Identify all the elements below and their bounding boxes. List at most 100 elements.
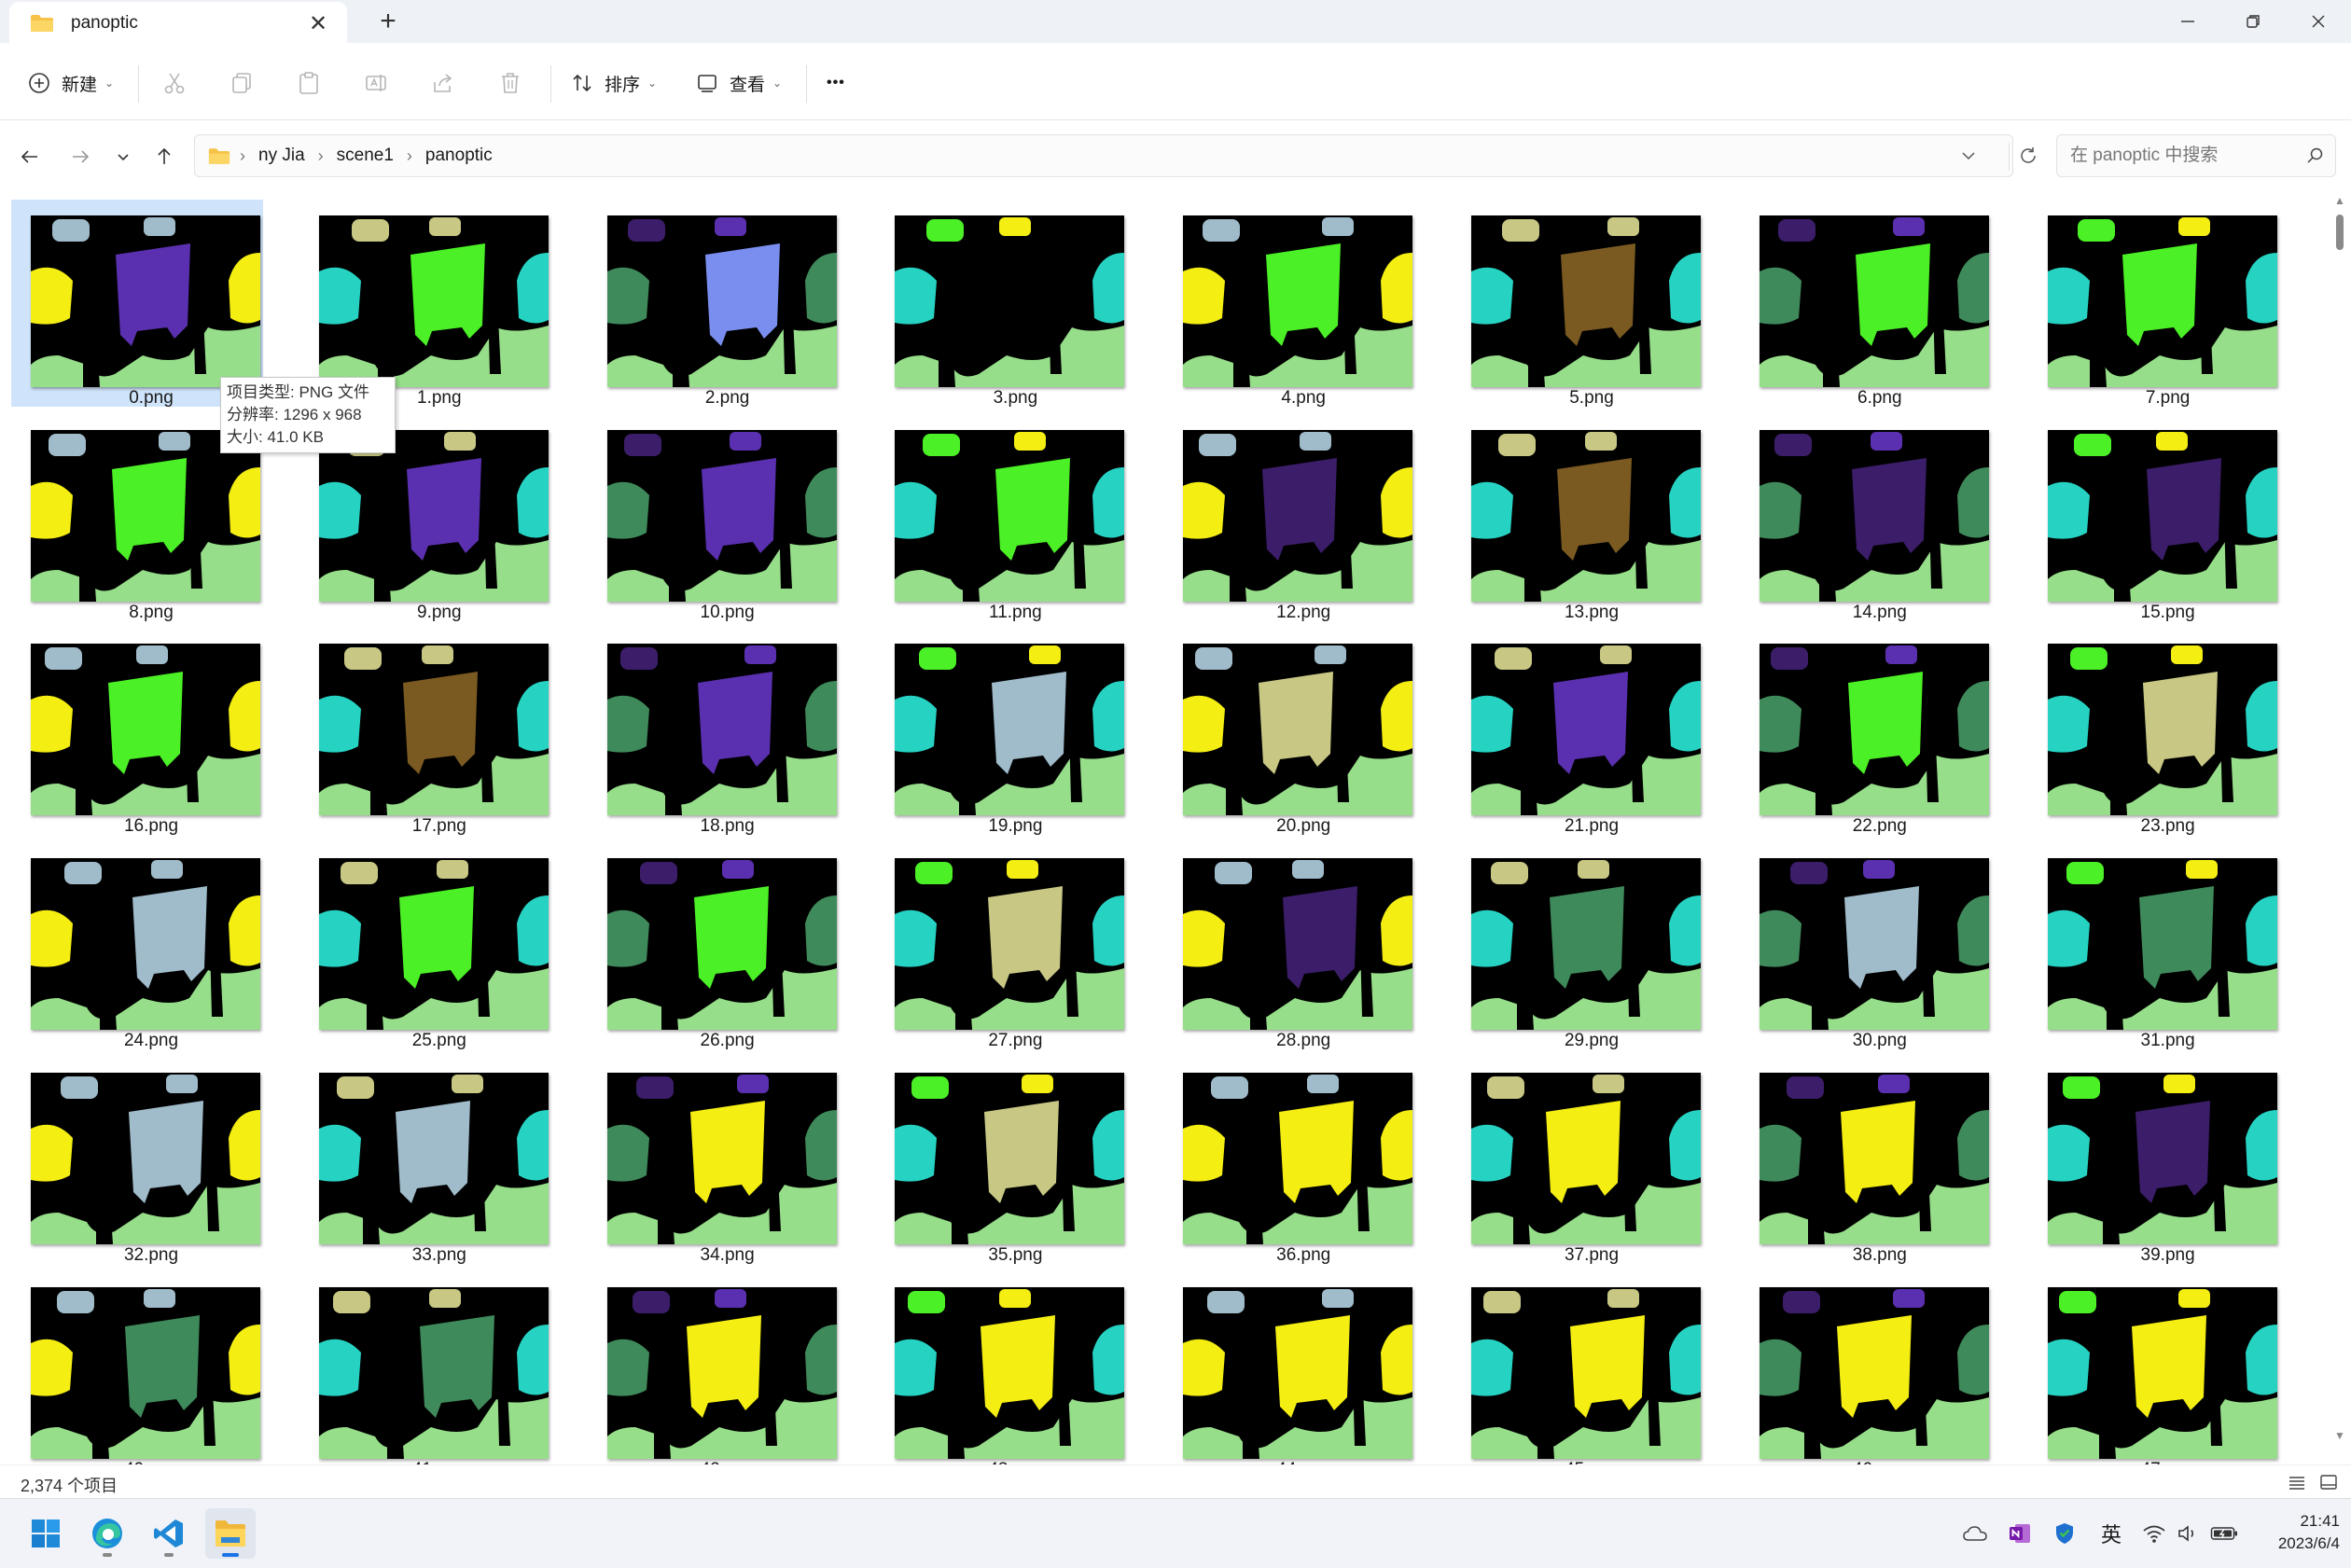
file-item[interactable]: 3.png (875, 200, 1127, 408)
file-item[interactable]: 12.png (1163, 414, 1415, 622)
paste-button[interactable] (297, 62, 321, 104)
file-item[interactable]: 17.png (299, 628, 551, 836)
scrollbar-thumb[interactable] (2336, 215, 2344, 250)
delete-button[interactable] (498, 62, 522, 104)
copy-button[interactable] (230, 62, 254, 104)
thumbnail-view-button[interactable] (2317, 1471, 2340, 1493)
file-item[interactable]: 40.png (11, 1271, 263, 1464)
file-item[interactable]: 4.png (1163, 200, 1415, 408)
file-item[interactable]: 38.png (1740, 1057, 1992, 1265)
file-item[interactable]: 44.png (1163, 1271, 1415, 1464)
search-box[interactable] (2056, 134, 2336, 177)
file-item[interactable]: 18.png (588, 628, 840, 836)
file-item[interactable]: 35.png (875, 1057, 1127, 1265)
file-item[interactable]: 28.png (1163, 842, 1415, 1050)
address-bar[interactable]: › ny Jia › scene1 › panoptic (194, 134, 2036, 177)
file-item[interactable]: 0.png (11, 200, 263, 408)
panoptic-thumbnail (318, 215, 549, 387)
file-item[interactable]: 7.png (2028, 200, 2280, 408)
file-item[interactable]: 11.png (875, 414, 1127, 622)
forward-button[interactable] (63, 140, 97, 173)
start-button[interactable] (21, 1508, 71, 1559)
file-item[interactable]: 25.png (299, 842, 551, 1050)
file-item[interactable]: 37.png (1452, 1057, 1704, 1265)
file-explorer-button[interactable] (205, 1508, 256, 1559)
breadcrumb-panoptic[interactable]: panoptic (425, 146, 493, 166)
recent-locations-button[interactable] (106, 140, 140, 173)
file-item[interactable]: 43.png (875, 1271, 1127, 1464)
file-item[interactable]: 29.png (1452, 842, 1704, 1050)
file-item[interactable]: 20.png (1163, 628, 1415, 836)
file-item[interactable]: 19.png (875, 628, 1127, 836)
sort-button[interactable]: 排序 ⌄ (571, 62, 657, 104)
file-item[interactable]: 16.png (11, 628, 263, 836)
minimize-button[interactable] (2155, 0, 2220, 43)
file-item[interactable]: 41.png (299, 1271, 551, 1464)
file-item[interactable]: 13.png (1452, 414, 1704, 622)
clock[interactable]: 21:41 2023/6/4 (2247, 1510, 2340, 1555)
file-item[interactable]: 39.png (2028, 1057, 2280, 1265)
up-button[interactable] (147, 140, 181, 173)
file-item[interactable]: 47.png (2028, 1271, 2280, 1464)
rename-button[interactable] (364, 62, 388, 104)
scroll-up-icon[interactable]: ▲ (2334, 194, 2345, 207)
file-item[interactable]: 5.png (1452, 200, 1704, 408)
file-item[interactable]: 32.png (11, 1057, 263, 1265)
new-tab-button[interactable]: + (371, 6, 405, 39)
clipboard-icon (299, 72, 318, 94)
file-name: 21.png (1564, 816, 1620, 837)
tab-panoptic[interactable]: panoptic ✕ (9, 2, 347, 45)
details-view-button[interactable] (2286, 1471, 2308, 1493)
file-item[interactable]: 46.png (1740, 1271, 1992, 1464)
file-item[interactable]: 15.png (2028, 414, 2280, 622)
file-item[interactable]: 14.png (1740, 414, 1992, 622)
file-item[interactable]: 10.png (588, 414, 840, 622)
file-name: 28.png (1276, 1031, 1331, 1051)
onedrive-tray[interactable] (1959, 1518, 1991, 1549)
close-window-button[interactable] (2286, 0, 2351, 43)
panoptic-thumbnail (1759, 429, 1989, 602)
file-item[interactable]: 45.png (1452, 1271, 1704, 1464)
view-button[interactable]: 查看 ⌄ (696, 62, 782, 104)
vertical-scrollbar[interactable]: ▲ ▼ (2329, 192, 2351, 1464)
file-item[interactable]: 6.png (1740, 200, 1992, 408)
refresh-button[interactable] (2018, 135, 2038, 176)
new-button[interactable]: 新建 ⌄ (28, 62, 114, 104)
file-name: 30.png (1852, 1031, 1907, 1051)
search-input[interactable] (2068, 145, 2305, 167)
running-indicator (103, 1553, 112, 1557)
file-item[interactable]: 33.png (299, 1057, 551, 1265)
cut-button[interactable] (162, 62, 187, 104)
file-item[interactable]: 22.png (1740, 628, 1992, 836)
divider (550, 65, 551, 103)
breadcrumb-ny-jia[interactable]: ny Jia (258, 146, 305, 166)
ime-indicator[interactable]: 英 (2095, 1518, 2127, 1549)
onenote-tray[interactable] (2004, 1518, 2036, 1549)
file-item[interactable]: 21.png (1452, 628, 1704, 836)
file-item[interactable]: 24.png (11, 842, 263, 1050)
share-button[interactable] (431, 62, 455, 104)
back-button[interactable] (13, 140, 47, 173)
wifi-tray[interactable] (2138, 1518, 2170, 1549)
edge-button[interactable] (82, 1508, 132, 1559)
file-item[interactable]: 42.png (588, 1271, 840, 1464)
file-item[interactable]: 34.png (588, 1057, 840, 1265)
battery-tray[interactable] (2205, 1518, 2243, 1549)
more-options-button[interactable]: ••• (827, 62, 845, 104)
file-item[interactable]: 31.png (2028, 842, 2280, 1050)
vscode-button[interactable] (144, 1508, 194, 1559)
file-item[interactable]: 2.png (588, 200, 840, 408)
file-item[interactable]: 36.png (1163, 1057, 1415, 1265)
volume-tray[interactable] (2172, 1518, 2204, 1549)
file-item[interactable]: 27.png (875, 842, 1127, 1050)
security-tray[interactable] (2049, 1518, 2080, 1549)
file-item[interactable]: 1.png (299, 200, 551, 408)
file-item[interactable]: 30.png (1740, 842, 1992, 1050)
address-history-button[interactable] (1960, 135, 1977, 176)
file-item[interactable]: 26.png (588, 842, 840, 1050)
restore-button[interactable] (2220, 0, 2286, 43)
breadcrumb-scene1[interactable]: scene1 (337, 146, 394, 166)
file-item[interactable]: 23.png (2028, 628, 2280, 836)
scroll-down-icon[interactable]: ▼ (2334, 1429, 2345, 1442)
close-tab-icon[interactable]: ✕ (304, 10, 332, 37)
